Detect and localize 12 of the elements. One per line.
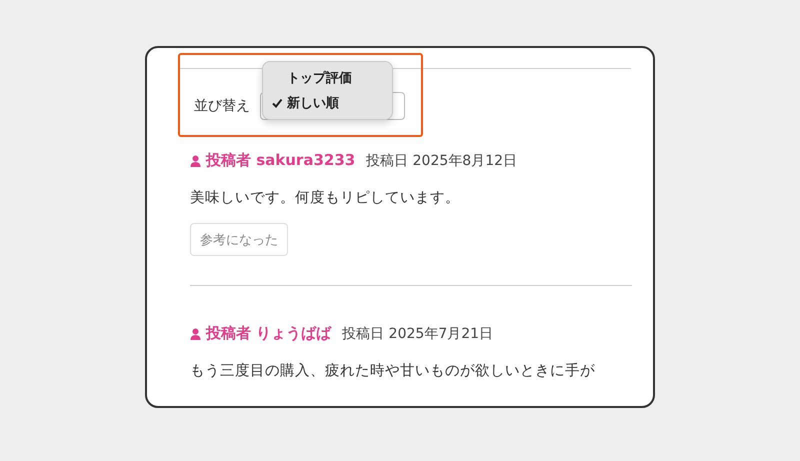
menu-option[interactable]: トップ評価 xyxy=(263,67,392,89)
person-icon xyxy=(190,154,201,166)
review-text: もう三度目の購入、疲れた時や甘いものが欲しいときに手が xyxy=(190,362,595,380)
helpful-button[interactable]: 参考になった xyxy=(190,223,288,256)
post-date: 投稿日 2025年8月12日 xyxy=(366,152,518,170)
author-name: 投稿者 sakura3233 xyxy=(206,151,356,170)
review-text: 美味しいです。何度もリピしています。 xyxy=(190,188,460,207)
post-date: 投稿日 2025年7月21日 xyxy=(342,324,494,342)
menu-option[interactable]: 新しい順 xyxy=(263,92,392,114)
author-name: 投稿者 りょうばば xyxy=(206,324,332,343)
person-icon xyxy=(190,328,201,340)
sort-label: 並び替え xyxy=(194,97,250,115)
